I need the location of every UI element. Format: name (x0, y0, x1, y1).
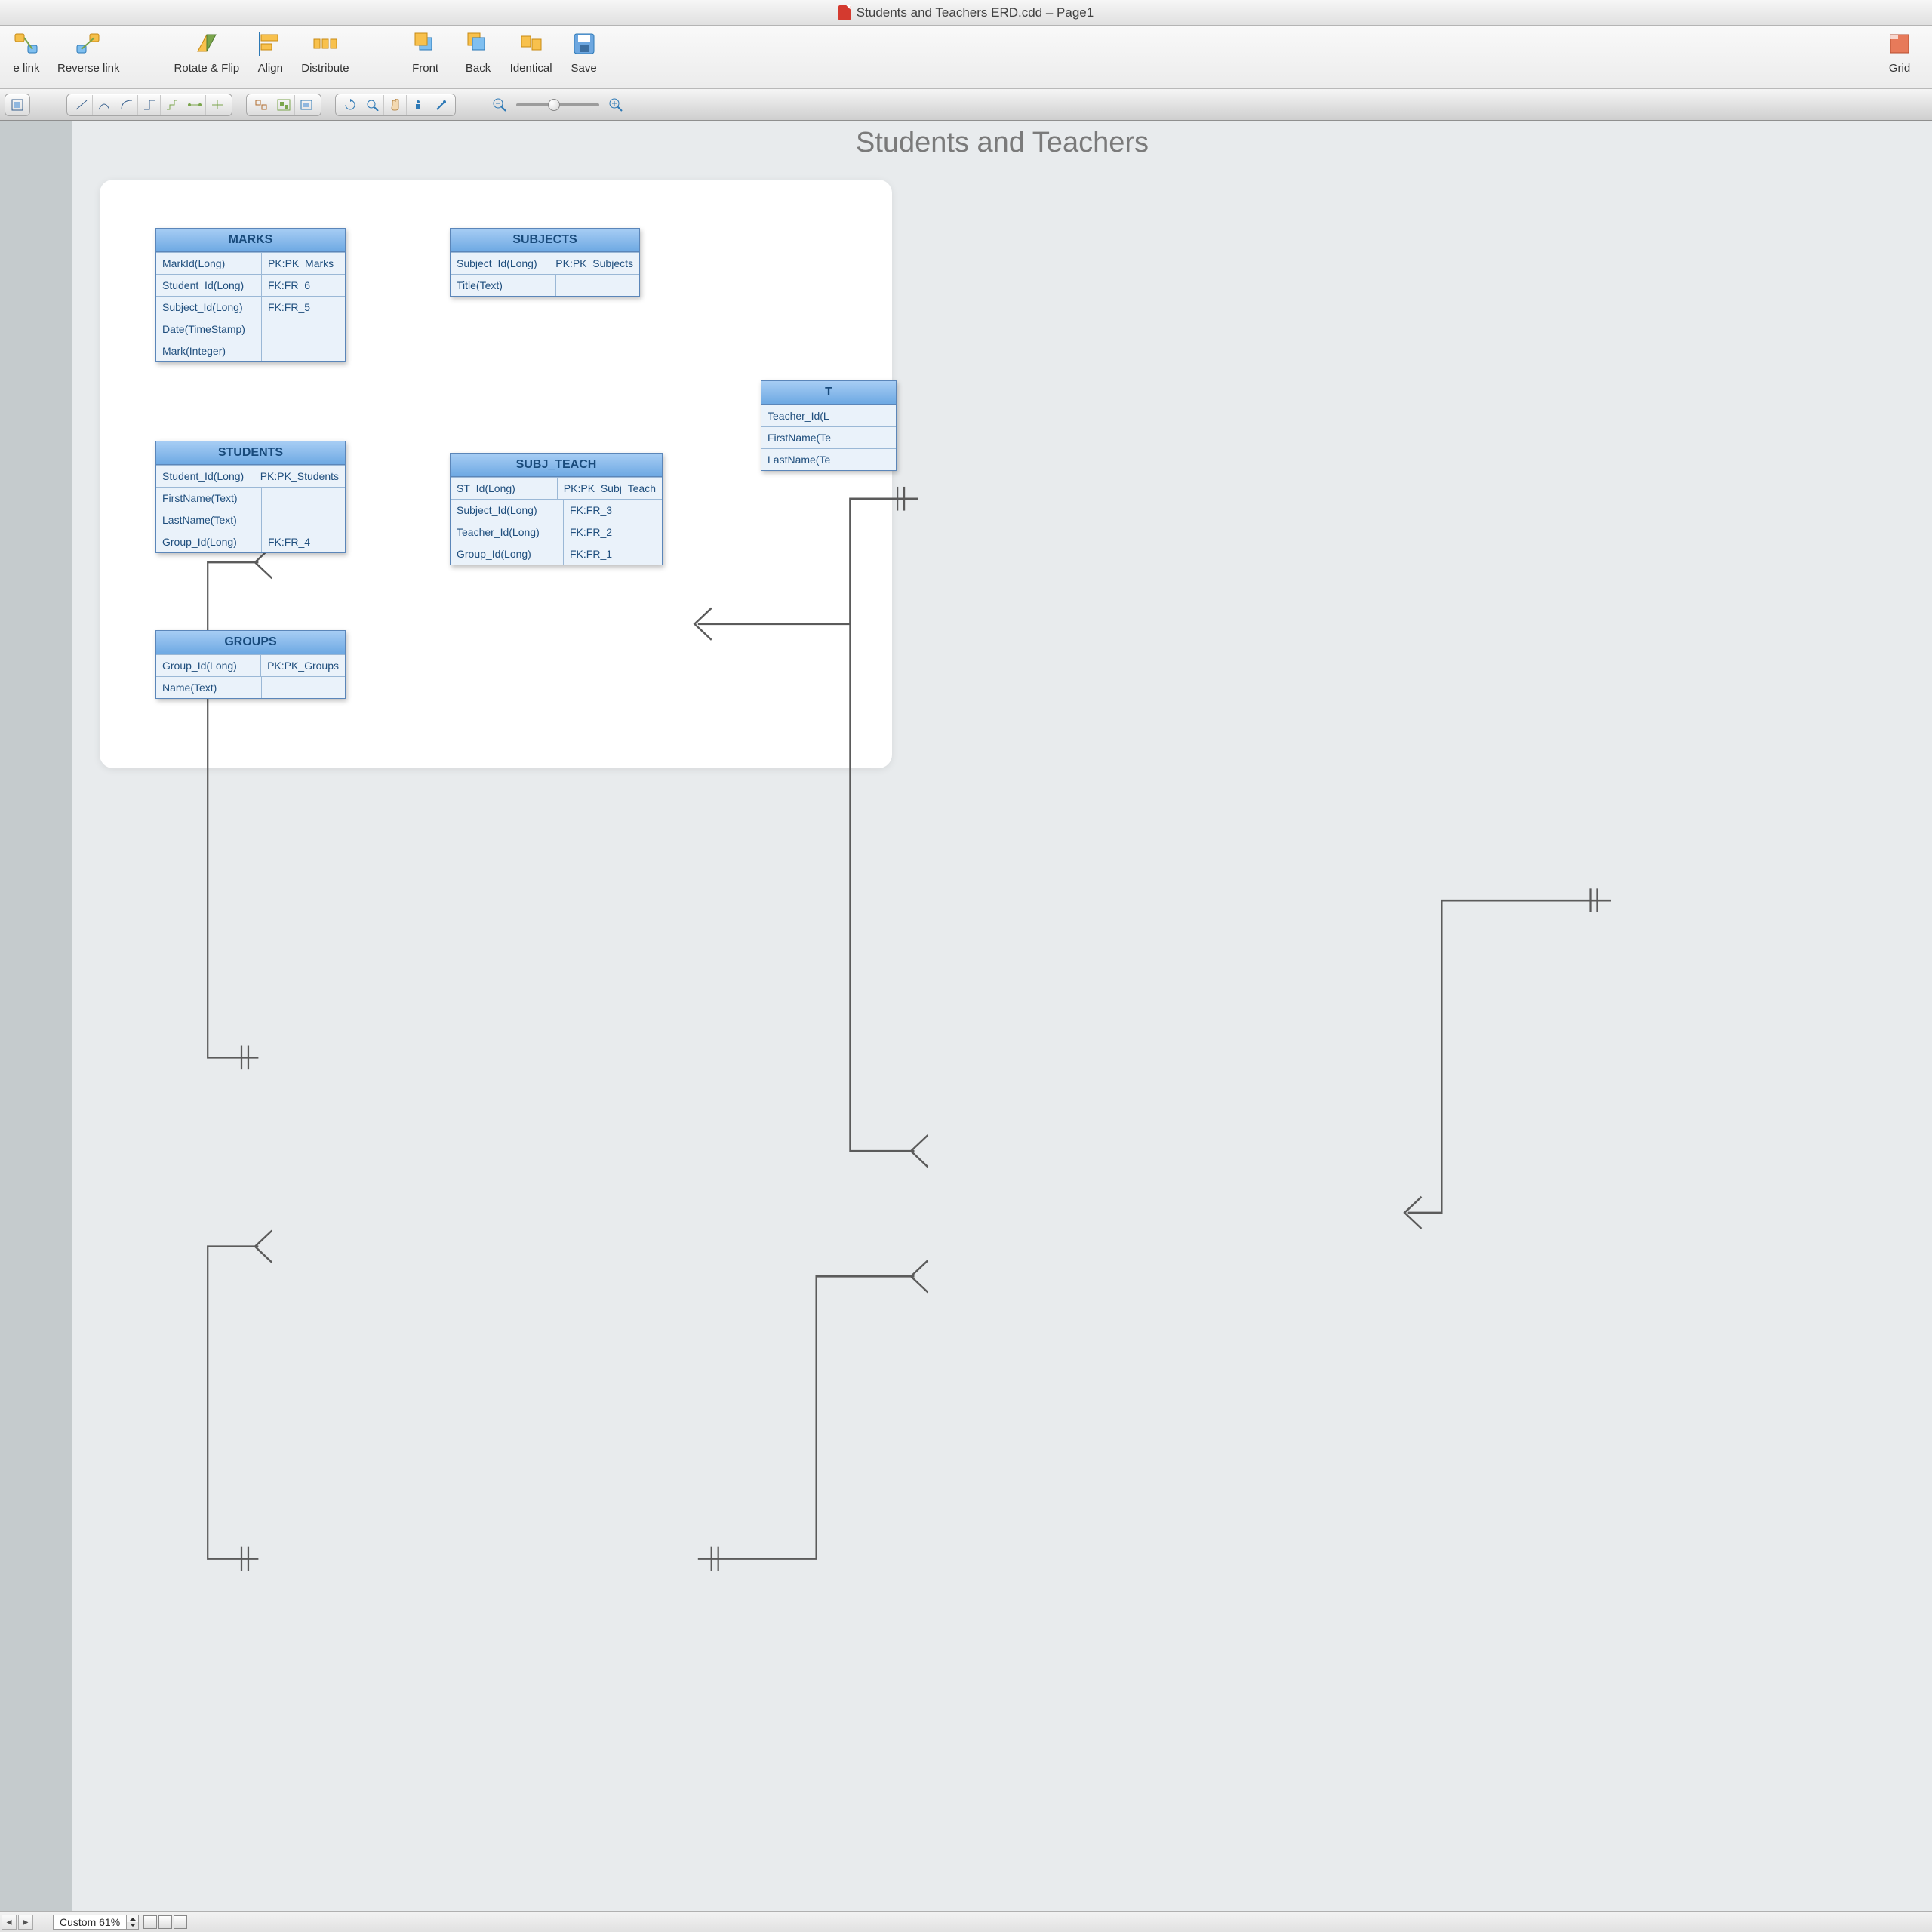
identical-button[interactable]: Identical (509, 30, 553, 75)
entity-groups-header: GROUPS (156, 631, 345, 654)
arc-tool[interactable] (115, 95, 138, 115)
zoom-controls (492, 97, 623, 112)
entity-groups[interactable]: GROUPS Group_Id(Long)PK:PK_Groups Name(T… (155, 630, 346, 699)
line-tool[interactable] (70, 95, 93, 115)
reverse-link-label: Reverse link (57, 62, 120, 75)
entity-marks[interactable]: MARKS MarkId(Long)PK:PK_Marks Student_Id… (155, 228, 346, 362)
zoom-slider[interactable] (516, 103, 599, 106)
rotate-flip-button[interactable]: Rotate & Flip (174, 30, 240, 75)
view-mode-buttons (143, 1915, 189, 1929)
entity-subjects[interactable]: SUBJECTS Subject_Id(Long)PK:PK_Subjects … (450, 228, 640, 297)
diagram-title: Students and Teachers (72, 127, 1932, 159)
pan-tool[interactable] (384, 95, 407, 115)
elbow-tool[interactable] (138, 95, 161, 115)
view-mode-3[interactable] (174, 1915, 187, 1929)
distribute-button[interactable]: Distribute (301, 30, 349, 75)
entity-subj-teach-header: SUBJ_TEACH (451, 454, 662, 477)
window-titlebar: Students and Teachers ERD.cdd – Page1 (0, 0, 1932, 26)
zoom-in-icon[interactable] (608, 97, 623, 112)
grid-button[interactable]: Grid (1878, 30, 1921, 75)
window-title: Students and Teachers ERD.cdd – Page1 (857, 5, 1094, 20)
back-label: Back (466, 62, 491, 75)
view-mode-1[interactable] (143, 1915, 157, 1929)
identical-label: Identical (510, 62, 552, 75)
entity-students[interactable]: STUDENTS Student_Id(Long)PK:PK_Students … (155, 441, 346, 553)
link-button[interactable]: e link (5, 30, 48, 75)
selection-tool[interactable] (5, 94, 30, 116)
scroll-right-icon[interactable]: ▸ (18, 1915, 33, 1930)
entity-marks-header: MARKS (156, 229, 345, 252)
rotate-flip-label: Rotate & Flip (174, 62, 240, 75)
view-tools[interactable] (335, 94, 456, 116)
canvas[interactable]: Students and Teachers (72, 121, 1932, 1911)
multi-elbow-tool[interactable] (161, 95, 183, 115)
container-tool[interactable] (295, 95, 318, 115)
branch-tool[interactable] (206, 95, 229, 115)
align-button[interactable]: Align (248, 30, 292, 75)
workspace: Students and Teachers (0, 121, 1932, 1911)
reverse-link-button[interactable]: Reverse link (57, 30, 120, 75)
distribute-label: Distribute (301, 62, 349, 75)
group-tool[interactable] (272, 95, 295, 115)
direct-tool[interactable] (183, 95, 206, 115)
view-mode-2[interactable] (158, 1915, 172, 1929)
zoom-stepper[interactable] (127, 1915, 139, 1930)
presenter-tool[interactable] (407, 95, 429, 115)
front-button[interactable]: Front (404, 30, 448, 75)
save-button[interactable]: Save (562, 30, 606, 75)
connector-tools[interactable] (66, 94, 232, 116)
left-gutter (0, 121, 72, 1911)
tool-row (0, 89, 1932, 121)
scroll-left-icon[interactable]: ◂ (2, 1915, 17, 1930)
search-tool[interactable] (361, 95, 384, 115)
status-bar: ◂ ▸ Custom 61% (0, 1911, 1932, 1932)
ribbon-toolbar: e link Reverse link Rotate & Flip Align … (0, 26, 1932, 89)
entity-students-header: STUDENTS (156, 441, 345, 465)
zoom-level[interactable]: Custom 61% (53, 1915, 127, 1930)
curve-tool[interactable] (93, 95, 115, 115)
link-label: e link (13, 62, 39, 75)
entity-subjects-header: SUBJECTS (451, 229, 639, 252)
document-icon (838, 5, 851, 20)
grid-label: Grid (1889, 62, 1910, 75)
zoom-level-label: Custom 61% (60, 1916, 120, 1928)
entity-subj-teach[interactable]: SUBJ_TEACH ST_Id(Long)PK:PK_Subj_Teach S… (450, 453, 663, 565)
align-label: Align (258, 62, 283, 75)
entity-teachers[interactable]: T Teacher_Id(L FirstName(Te LastName(Te (761, 380, 897, 471)
front-label: Front (412, 62, 438, 75)
ungroup-tool[interactable] (250, 95, 272, 115)
back-button[interactable]: Back (457, 30, 500, 75)
save-label: Save (571, 62, 597, 75)
refresh-tool[interactable] (339, 95, 361, 115)
group-tools[interactable] (246, 94, 321, 116)
eyedropper-tool[interactable] (429, 95, 452, 115)
zoom-out-icon[interactable] (492, 97, 507, 112)
entity-teachers-header: T (761, 381, 896, 405)
